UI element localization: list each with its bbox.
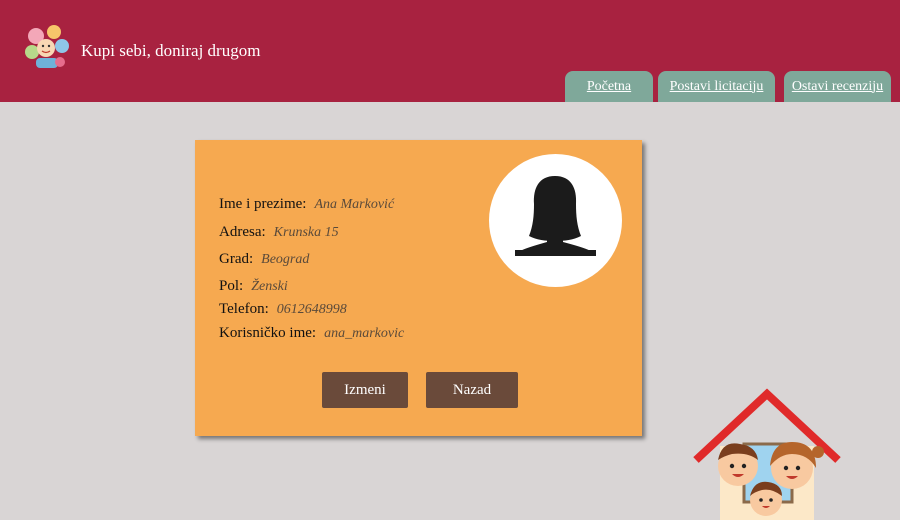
tab-home[interactable]: Početna — [565, 71, 653, 102]
field-value: Ana Marković — [314, 197, 395, 212]
field-value: ana_markovic — [324, 326, 405, 341]
field-value: 0612648998 — [276, 302, 347, 317]
edit-button[interactable]: Izmeni — [322, 372, 408, 408]
field-address: Adresa: Krunska 15 — [219, 224, 339, 241]
field-gender: Pol: Ženski — [219, 278, 288, 295]
field-phone: Telefon: 0612648998 — [219, 301, 347, 318]
field-full-name: Ime i prezime: Ana Marković — [219, 196, 394, 213]
back-button[interactable]: Nazad — [426, 372, 518, 408]
field-city: Grad: Beograd — [219, 251, 309, 268]
tab-post-auction[interactable]: Postavi licitaciju — [658, 71, 775, 102]
tab-leave-review[interactable]: Ostavi recenziju — [784, 71, 891, 102]
children-logo-icon[interactable] — [22, 22, 72, 72]
field-label: Grad: — [219, 251, 254, 267]
female-user-icon — [515, 176, 596, 256]
field-value: Krunska 15 — [273, 225, 339, 240]
field-username: Korisničko ime: ana_markovic — [219, 325, 404, 342]
field-label: Pol: — [219, 278, 244, 294]
field-label: Ime i prezime: — [219, 196, 307, 212]
site-title: Kupi sebi, doniraj drugom — [81, 41, 261, 60]
field-label: Telefon: — [219, 301, 269, 317]
profile-card: Ime i prezime: Ana Marković Adresa: Krunsk… — [195, 140, 642, 436]
field-value: Ženski — [251, 279, 288, 294]
family-house-icon — [693, 388, 841, 520]
field-value: Beograd — [261, 252, 310, 267]
avatar — [489, 154, 622, 287]
header-bar: Kupi sebi, doniraj drugom Početna Postav… — [0, 0, 900, 102]
field-label: Korisničko ime: — [219, 325, 317, 341]
field-label: Adresa: — [219, 224, 266, 240]
